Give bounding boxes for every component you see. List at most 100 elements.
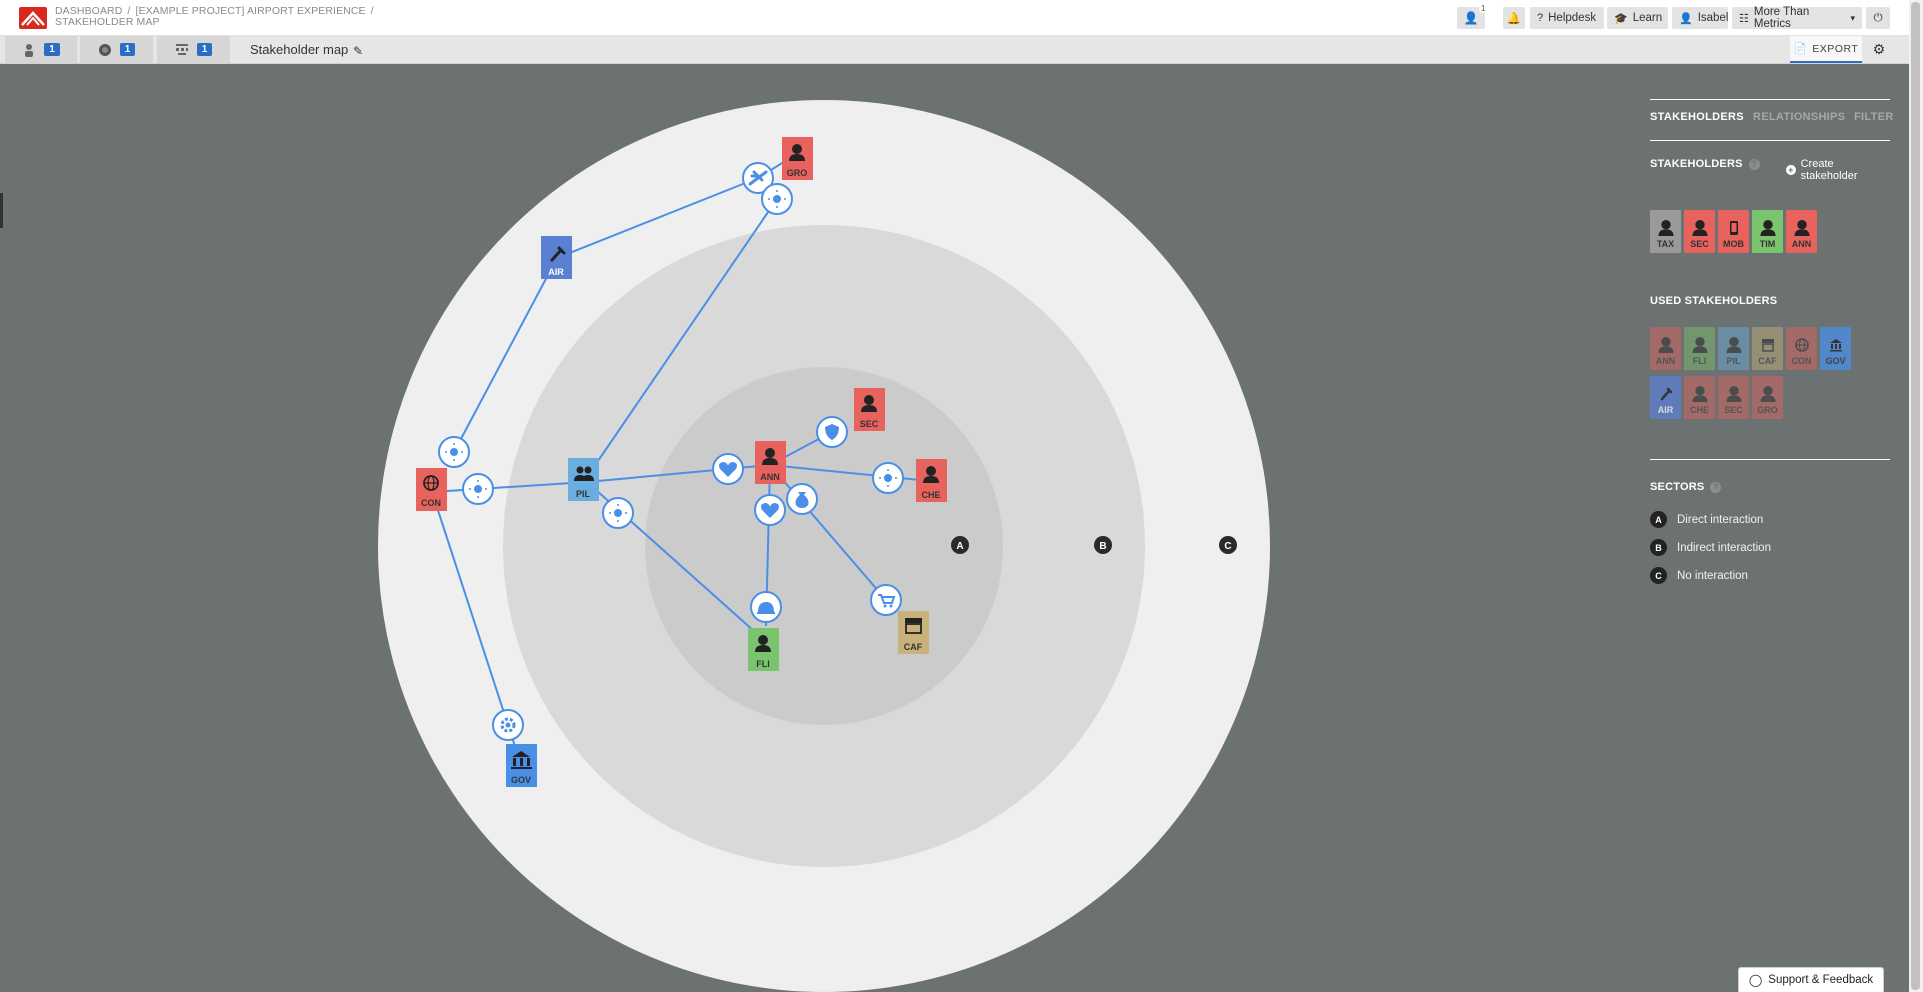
journeys-tab[interactable]: 1 bbox=[80, 36, 153, 63]
stakeholder-gro-label: GRO bbox=[787, 168, 808, 178]
person-icon bbox=[1657, 220, 1674, 236]
used-stakeholder-label: CHE bbox=[1689, 405, 1709, 415]
tab-filter[interactable]: FILTER bbox=[1854, 111, 1893, 123]
used-stakeholder-chip[interactable]: AIR bbox=[1650, 376, 1681, 419]
shield-icon[interactable] bbox=[816, 416, 848, 448]
person-icon bbox=[1691, 386, 1708, 402]
used-stakeholder-label: GRO bbox=[1757, 405, 1778, 415]
breadcrumb-separator: / bbox=[370, 5, 374, 17]
export-button[interactable]: 📄 EXPORT bbox=[1790, 36, 1862, 63]
sector-legend-letter: B bbox=[1650, 539, 1667, 556]
breadcrumb: DASHBOARD / [EXAMPLE PROJECT] AIRPORT EXPE… bbox=[55, 6, 379, 28]
notifications-button[interactable]: 🔔 bbox=[1503, 7, 1525, 29]
logout-button[interactable]: ⏻ bbox=[1866, 7, 1890, 29]
store-icon bbox=[905, 618, 922, 623]
export-label: EXPORT bbox=[1812, 42, 1859, 55]
stakeholder-chip-label: MOB bbox=[1723, 239, 1744, 249]
service-bell-icon[interactable] bbox=[750, 591, 782, 623]
stakeholder-gov[interactable]: GOV bbox=[506, 744, 537, 787]
used-stakeholder-chip[interactable]: CHE bbox=[1684, 376, 1715, 419]
heart-icon[interactable] bbox=[754, 494, 786, 526]
used-stakeholder-chip[interactable]: GRO bbox=[1752, 376, 1783, 419]
gear-icon[interactable] bbox=[492, 709, 524, 741]
stakeholder-con[interactable]: CON bbox=[416, 468, 447, 511]
scrollbar-thumb[interactable] bbox=[1911, 2, 1920, 990]
stakeholder-pil[interactable]: PIL bbox=[568, 458, 599, 501]
used-stakeholder-chip[interactable]: FLI bbox=[1684, 327, 1715, 370]
gear-icon: ⚙ bbox=[1872, 41, 1886, 57]
stakeholder-chip[interactable]: SEC bbox=[1684, 210, 1715, 253]
personas-tab[interactable]: 1 bbox=[5, 36, 77, 63]
heart-icon[interactable] bbox=[712, 453, 744, 485]
mobile-icon bbox=[1729, 221, 1738, 235]
used-stakeholder-chip[interactable]: PIL bbox=[1718, 327, 1749, 370]
stakeholder-air[interactable]: AIR bbox=[541, 236, 572, 279]
idea-icon[interactable] bbox=[602, 497, 634, 529]
used-stakeholder-chip[interactable]: CON bbox=[1786, 327, 1817, 370]
create-stakeholder-button[interactable]: + Create stakeholder bbox=[1786, 158, 1890, 182]
tab-relationships[interactable]: RELATIONSHIPS bbox=[1753, 111, 1845, 123]
breadcrumb-current: STAKEHOLDER MAP bbox=[55, 16, 160, 28]
stakeholder-chip[interactable]: TAX bbox=[1650, 210, 1681, 253]
idea-icon[interactable] bbox=[872, 462, 904, 494]
collaborators-button[interactable]: 👤 1 bbox=[1457, 4, 1488, 29]
used-stakeholder-chip[interactable]: CAF bbox=[1752, 327, 1783, 370]
create-stakeholder-label: Create stakeholder bbox=[1800, 158, 1858, 182]
stakeholder-caf[interactable]: CAF bbox=[898, 611, 929, 654]
stakeholder-che[interactable]: CHE bbox=[916, 459, 947, 502]
stakeholder-gro[interactable]: GRO bbox=[782, 137, 813, 180]
app-logo[interactable] bbox=[19, 7, 47, 29]
used-stakeholder-label: GOV bbox=[1825, 356, 1846, 366]
sector-marker-b-label: B bbox=[1099, 541, 1106, 552]
idea-icon[interactable] bbox=[462, 473, 494, 505]
persona-icon bbox=[25, 43, 34, 57]
organization-menu-button[interactable]: ☷ More Than Metrics ▾ bbox=[1732, 6, 1862, 30]
help-icon[interactable]: ? bbox=[1710, 481, 1722, 493]
panel-divider bbox=[1650, 459, 1890, 460]
bell-icon: 🔔 bbox=[1506, 13, 1522, 25]
used-stakeholder-chip[interactable]: GOV bbox=[1820, 327, 1851, 370]
sector-legend-label: No interaction bbox=[1677, 569, 1748, 582]
sectors-section-title: SECTORS? bbox=[1650, 481, 1722, 493]
globe-icon bbox=[1794, 338, 1809, 352]
stakeholder-ann[interactable]: ANN bbox=[755, 441, 786, 484]
sector-legend-letter: C bbox=[1650, 567, 1667, 584]
idea-icon[interactable] bbox=[761, 183, 793, 215]
sitemap-icon: ☷ bbox=[1739, 12, 1749, 25]
stakeholder-gov-label: GOV bbox=[511, 775, 531, 785]
shopping-cart-icon[interactable] bbox=[870, 584, 902, 616]
help-circle-icon: ? bbox=[1537, 12, 1544, 24]
idea-icon[interactable] bbox=[438, 436, 470, 468]
panel-divider bbox=[1650, 99, 1890, 100]
stakeholder-sec-label: SEC bbox=[860, 419, 879, 429]
user-menu-button[interactable]: 👤 Isabel bbox=[1672, 7, 1728, 29]
stakeholder-fli[interactable]: FLI bbox=[748, 628, 779, 671]
user-name: Isabel bbox=[1697, 12, 1729, 24]
person-icon bbox=[1759, 386, 1776, 402]
tab-stakeholders[interactable]: STAKEHOLDERS bbox=[1650, 111, 1744, 123]
support-feedback-button[interactable]: ◯ Support & Feedback bbox=[1738, 967, 1884, 992]
used-stakeholder-chip[interactable]: SEC bbox=[1718, 376, 1749, 419]
stakeholder-chip[interactable]: ANN bbox=[1786, 210, 1817, 253]
chevron-down-icon: ▾ bbox=[1850, 12, 1855, 23]
used-stakeholder-chip[interactable]: ANN bbox=[1650, 327, 1681, 370]
panel-divider bbox=[1650, 140, 1890, 141]
stakeholder-sec[interactable]: SEC bbox=[854, 388, 885, 431]
settings-button[interactable]: ⚙ bbox=[1866, 36, 1892, 63]
stakeholder-chip[interactable]: MOB bbox=[1718, 210, 1749, 253]
learn-button[interactable]: 🎓 Learn bbox=[1607, 7, 1668, 29]
money-bag-icon[interactable] bbox=[786, 483, 818, 515]
sector-marker-a-label: A bbox=[956, 541, 963, 552]
user-icon: 👤 bbox=[1463, 11, 1479, 25]
blueprints-tab[interactable]: 1 bbox=[157, 36, 230, 63]
help-icon[interactable]: ? bbox=[1748, 158, 1760, 170]
stakeholder-chip-label: SEC bbox=[1690, 239, 1709, 249]
helpdesk-button[interactable]: ? Helpdesk bbox=[1530, 7, 1604, 29]
helpdesk-label: Helpdesk bbox=[1548, 12, 1597, 24]
stakeholder-chip[interactable]: TIM bbox=[1752, 210, 1783, 253]
group-icon bbox=[1725, 337, 1742, 353]
power-icon: ⏻ bbox=[1873, 11, 1883, 24]
breadcrumb-project[interactable]: [EXAMPLE PROJECT] AIRPORT EXPERIENCE bbox=[135, 5, 365, 17]
sector-legend-label: Indirect interaction bbox=[1677, 541, 1771, 554]
edit-title-icon[interactable]: ✎ bbox=[353, 44, 363, 58]
